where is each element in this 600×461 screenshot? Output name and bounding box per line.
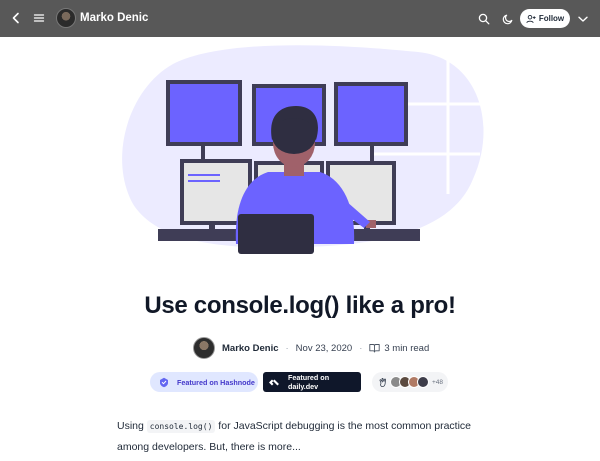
article-intro-paragraph: Using console.log() for JavaScript debug… — [117, 416, 483, 457]
book-icon — [369, 343, 381, 353]
add-user-icon — [526, 14, 536, 23]
top-navigation-bar: Marko Denic Follow — [0, 0, 600, 37]
follow-button[interactable]: Follow — [520, 9, 570, 28]
blog-author-name: Marko Denic — [80, 12, 149, 24]
author-avatar[interactable] — [193, 337, 215, 359]
menu-button[interactable] — [31, 10, 47, 26]
hashnode-badge-label: Featured on Hashnode — [177, 377, 255, 387]
search-button[interactable] — [476, 11, 492, 27]
inline-code: console.log() — [146, 420, 216, 433]
follow-label: Follow — [538, 14, 565, 23]
more-options-button[interactable] — [575, 11, 591, 27]
reactor-avatars — [390, 376, 429, 388]
intro-text-before: Using — [117, 420, 147, 432]
dailydev-badge-label: Featured on daily.dev — [287, 373, 330, 391]
search-icon — [478, 13, 490, 25]
hashnode-featured-icon — [160, 377, 168, 387]
featured-dailydev-badge[interactable]: Featured on daily.dev — [263, 372, 361, 392]
article-meta: Marko Denic · Nov 23, 2020 · 3 min read — [193, 336, 429, 360]
author-name-link[interactable]: Marko Denic — [222, 343, 279, 354]
back-button[interactable] — [8, 10, 24, 26]
separator-dot: · — [359, 342, 363, 354]
chevron-down-icon — [578, 16, 588, 22]
publish-date: Nov 23, 2020 — [295, 342, 353, 354]
theme-toggle-button[interactable] — [500, 11, 516, 27]
reaction-count: +48 — [432, 378, 444, 386]
hamburger-icon — [33, 14, 45, 22]
reactor-avatar — [417, 376, 429, 388]
blog-brand-link[interactable]: Marko Denic — [56, 8, 148, 28]
article-title: Use console.log() like a pro! — [144, 292, 456, 319]
author-avatar — [56, 8, 76, 28]
separator-dot: · — [285, 342, 289, 354]
featured-hashnode-badge[interactable]: Featured on Hashnode — [150, 372, 258, 392]
moon-icon — [502, 14, 513, 25]
read-time: 3 min read — [384, 342, 430, 354]
reactions-summary[interactable]: +48 — [372, 372, 448, 392]
cover-image — [122, 45, 484, 254]
clap-icon — [379, 377, 386, 387]
chevron-left-icon — [12, 12, 19, 24]
dailydev-logo-icon — [268, 379, 279, 385]
